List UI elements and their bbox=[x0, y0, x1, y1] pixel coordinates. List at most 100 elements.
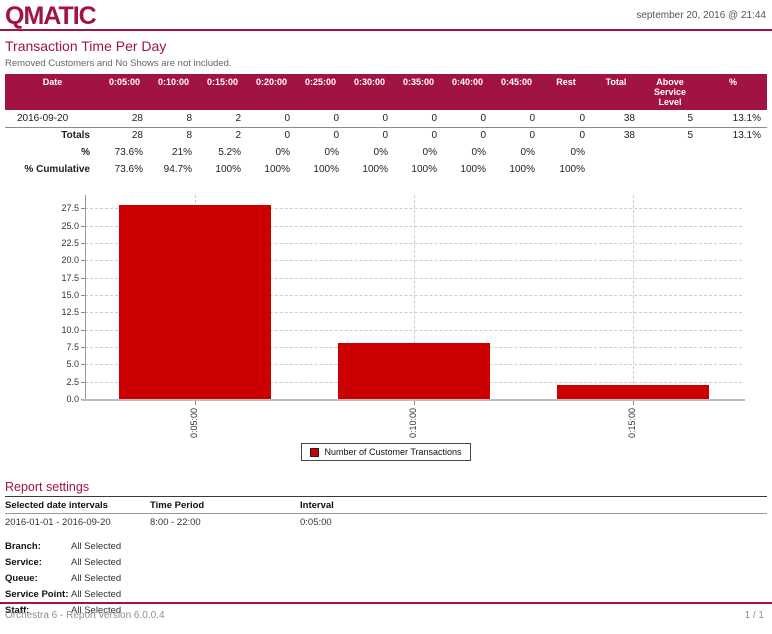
report-settings-section: Report settings Selected date intervalsT… bbox=[0, 480, 772, 618]
y-axis-label: 2.5 bbox=[45, 377, 79, 387]
y-axis-label: 27.5 bbox=[45, 203, 79, 213]
column-header: % bbox=[699, 74, 767, 110]
value-cell bbox=[591, 161, 641, 178]
value-cell: 0 bbox=[443, 110, 492, 127]
value-cell bbox=[699, 144, 767, 161]
x-axis-tick bbox=[633, 401, 634, 405]
y-axis-label: 5.0 bbox=[45, 359, 79, 369]
value-cell: 28 bbox=[100, 127, 149, 144]
settings-headers: Selected date intervalsTime PeriodInterv… bbox=[5, 497, 767, 513]
table-row: %73.6%21%5.2%0%0%0%0%0%0%0% bbox=[5, 144, 767, 161]
y-axis-label: 15.0 bbox=[45, 290, 79, 300]
column-header: 0:45:00 bbox=[492, 74, 541, 110]
y-axis-label: 0.0 bbox=[45, 394, 79, 404]
y-axis-label: 25.0 bbox=[45, 221, 79, 231]
value-cell: 0 bbox=[394, 110, 443, 127]
column-header: 0:25:00 bbox=[296, 74, 345, 110]
value-cell: 0 bbox=[247, 110, 296, 127]
value-cell: 100% bbox=[247, 161, 296, 178]
settings-column-value: 2016-01-01 - 2016-09-20 bbox=[5, 514, 150, 532]
value-cell: 0 bbox=[541, 127, 591, 144]
value-cell: 28 bbox=[100, 110, 149, 127]
report-note: Removed Customers and No Shows are not i… bbox=[0, 56, 772, 72]
page-footer: Orchestra 6 - Report version 6.0.0.4 1 /… bbox=[0, 610, 772, 621]
value-cell: 21% bbox=[149, 144, 198, 161]
app-version: Orchestra 6 - Report version 6.0.0.4 bbox=[5, 610, 165, 621]
filter-label: Service: bbox=[5, 557, 71, 568]
value-cell: 0 bbox=[541, 110, 591, 127]
x-axis-tick bbox=[195, 401, 196, 405]
value-cell: 100% bbox=[541, 161, 591, 178]
value-cell: 0% bbox=[247, 144, 296, 161]
value-cell: 100% bbox=[394, 161, 443, 178]
column-header: 0:15:00 bbox=[198, 74, 247, 110]
column-header: Above Service Level bbox=[641, 74, 699, 110]
value-cell: 2 bbox=[198, 127, 247, 144]
settings-column-value: 0:05:00 bbox=[300, 514, 767, 532]
table-row: 2016-09-202882000000038513.1% bbox=[5, 110, 767, 127]
x-axis-label: 0:15:00 bbox=[627, 408, 637, 438]
settings-values: 2016-01-01 - 2016-09-208:00 - 22:000:05:… bbox=[5, 514, 767, 532]
value-cell: 0 bbox=[443, 127, 492, 144]
filter-row: Queue:All Selected bbox=[5, 570, 405, 586]
column-header: Rest bbox=[541, 74, 591, 110]
value-cell: 38 bbox=[591, 110, 641, 127]
bar bbox=[119, 205, 271, 399]
value-cell: 0% bbox=[492, 144, 541, 161]
value-cell: 0 bbox=[296, 110, 345, 127]
column-header: Total bbox=[591, 74, 641, 110]
table-header-row: Date0:05:000:10:000:15:000:20:000:25:000… bbox=[5, 74, 767, 110]
table-row: Totals2882000000038513.1% bbox=[5, 127, 767, 144]
settings-filters: Branch:All SelectedService:All SelectedQ… bbox=[5, 538, 772, 618]
value-cell: 0 bbox=[296, 127, 345, 144]
column-header: 0:35:00 bbox=[394, 74, 443, 110]
value-cell: 73.6% bbox=[100, 161, 149, 178]
value-cell bbox=[699, 161, 767, 178]
legend-swatch-icon bbox=[310, 448, 319, 457]
filter-label: Service Point: bbox=[5, 589, 71, 600]
settings-column-header: Selected date intervals bbox=[5, 497, 150, 513]
y-axis-label: 10.0 bbox=[45, 325, 79, 335]
value-cell: 0% bbox=[443, 144, 492, 161]
x-axis-label: 0:05:00 bbox=[189, 408, 199, 438]
value-cell: 0 bbox=[492, 127, 541, 144]
value-cell: 0 bbox=[492, 110, 541, 127]
filter-value: All Selected bbox=[71, 589, 405, 600]
value-cell: 100% bbox=[198, 161, 247, 178]
value-cell bbox=[641, 161, 699, 178]
settings-column-header: Interval bbox=[300, 497, 767, 513]
value-cell: 0% bbox=[394, 144, 443, 161]
column-header: 0:40:00 bbox=[443, 74, 492, 110]
value-cell: 0 bbox=[345, 110, 394, 127]
value-cell bbox=[641, 144, 699, 161]
value-cell: 5.2% bbox=[198, 144, 247, 161]
value-cell: 13.1% bbox=[699, 110, 767, 127]
value-cell: 100% bbox=[345, 161, 394, 178]
column-header: Date bbox=[5, 74, 100, 110]
filter-label: Branch: bbox=[5, 541, 71, 552]
x-gridline bbox=[633, 195, 634, 399]
x-axis-tick bbox=[414, 401, 415, 405]
value-cell: 0% bbox=[345, 144, 394, 161]
settings-column-value: 8:00 - 22:00 bbox=[150, 514, 300, 532]
bar bbox=[338, 343, 490, 399]
filter-value: All Selected bbox=[71, 557, 405, 568]
filter-label: Queue: bbox=[5, 573, 71, 584]
value-cell: 0% bbox=[296, 144, 345, 161]
value-cell: 0 bbox=[345, 127, 394, 144]
column-header: 0:05:00 bbox=[100, 74, 149, 110]
report-title: Transaction Time Per Day bbox=[0, 31, 772, 56]
chart-legend: Number of Customer Transactions bbox=[301, 443, 470, 461]
column-header: 0:10:00 bbox=[149, 74, 198, 110]
transaction-chart: Number of Customer Transactions 0.0 2.5 5.… bbox=[0, 185, 772, 472]
row-label-cell: % Cumulative bbox=[5, 161, 100, 178]
value-cell: 38 bbox=[591, 127, 641, 144]
row-label-cell: Totals bbox=[5, 127, 100, 144]
filter-row: Service:All Selected bbox=[5, 554, 405, 570]
legend-label: Number of Customer Transactions bbox=[324, 447, 461, 457]
page-header: QMATIC september 20, 2016 @ 21:44 bbox=[0, 0, 772, 26]
x-axis-label: 0:10:00 bbox=[408, 408, 418, 438]
row-label-cell: % bbox=[5, 144, 100, 161]
filter-row: Service Point:All Selected bbox=[5, 586, 405, 602]
y-axis-label: 20.0 bbox=[45, 255, 79, 265]
